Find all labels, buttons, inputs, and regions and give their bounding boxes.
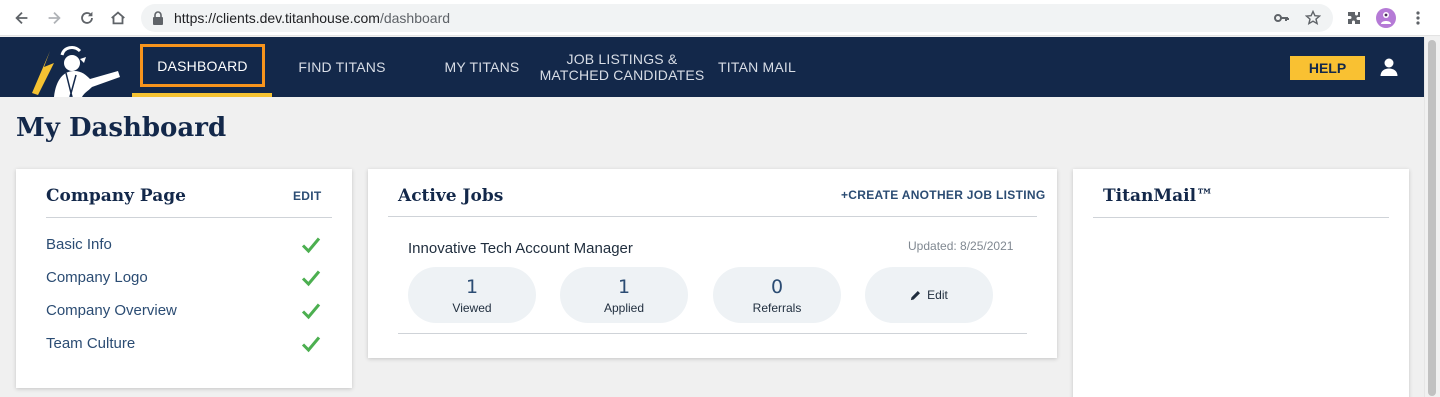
profile-avatar[interactable] [1376, 8, 1396, 28]
company-page-title: Company Page [46, 186, 186, 206]
stat-referrals-label: Referrals [752, 300, 802, 315]
titanmail-card: TitanMail™ [1073, 169, 1409, 397]
user-icon[interactable] [1379, 57, 1399, 77]
titanmail-title: TitanMail™ [1103, 186, 1214, 206]
site-navbar: DASHBOARD FIND TITANS MY TITANS JOB LIST… [0, 37, 1424, 97]
divider [46, 217, 332, 218]
company-page-card: Company Page EDIT Basic Info Company Log… [16, 169, 352, 388]
job-title[interactable]: Innovative Tech Account Manager [408, 240, 633, 257]
lock-icon[interactable] [152, 11, 164, 25]
nav-titan-mail-label: TITAN MAIL [718, 59, 796, 75]
nav-my-titans[interactable]: MY TITANS [432, 37, 532, 97]
checkmark-icon [301, 270, 321, 287]
nav-job-listings-label-line1: JOB LISTINGS & [566, 51, 678, 67]
home-icon[interactable] [108, 8, 128, 28]
divider [388, 216, 1037, 217]
key-icon[interactable] [1273, 10, 1289, 26]
page-title: My Dashboard [16, 113, 227, 143]
nav-dashboard[interactable]: DASHBOARD [140, 36, 265, 96]
extensions-icon[interactable] [1346, 10, 1362, 26]
stat-viewed[interactable]: 1 Viewed [408, 267, 536, 323]
back-icon[interactable] [12, 8, 32, 28]
reload-icon[interactable] [77, 8, 97, 28]
stat-referrals-value: 0 [770, 275, 784, 298]
edit-job-label: Edit [927, 288, 948, 302]
nav-find-titans-label: FIND TITANS [298, 59, 386, 75]
job-updated-date: Updated: 8/25/2021 [908, 239, 1014, 253]
page-scrollbar-thumb[interactable] [1428, 40, 1436, 396]
company-page-item-team-culture[interactable]: Team Culture [46, 335, 135, 352]
nav-dashboard-label: DASHBOARD [157, 58, 248, 74]
checkmark-icon [301, 237, 321, 254]
url-host: https://clients.dev.titanhouse.com [174, 10, 380, 26]
checkmark-icon [301, 336, 321, 353]
nav-titan-mail[interactable]: TITAN MAIL [712, 37, 802, 97]
nav-find-titans[interactable]: FIND TITANS [282, 37, 402, 97]
edit-job-button[interactable]: Edit [865, 267, 993, 323]
menu-dots-icon[interactable] [1414, 10, 1422, 26]
active-jobs-title: Active Jobs [398, 186, 504, 206]
nav-my-titans-label: MY TITANS [444, 59, 520, 75]
help-button-label: HELP [1308, 60, 1347, 76]
stat-applied[interactable]: 1 Applied [560, 267, 688, 323]
url-path: /dashboard [379, 10, 451, 26]
browser-toolbar: https://clients.dev.titanhouse.com/dashb… [0, 0, 1440, 36]
nav-job-listings-label-line2: MATCHED CANDIDATES [539, 67, 705, 83]
company-page-item-company-overview[interactable]: Company Overview [46, 302, 177, 319]
stat-referrals[interactable]: 0 Referrals [713, 267, 841, 323]
url-text: https://clients.dev.titanhouse.com/dashb… [174, 10, 450, 26]
active-jobs-card: Active Jobs +CREATE ANOTHER JOB LISTING … [368, 169, 1057, 358]
stat-applied-label: Applied [603, 300, 645, 315]
divider [1093, 217, 1389, 218]
checkmark-icon [301, 303, 321, 320]
nav-job-listings[interactable]: JOB LISTINGS & MATCHED CANDIDATES [538, 37, 706, 97]
forward-icon[interactable] [44, 8, 64, 28]
address-bar[interactable]: https://clients.dev.titanhouse.com/dashb… [141, 4, 1333, 32]
company-page-item-basic-info[interactable]: Basic Info [46, 236, 112, 253]
stat-viewed-value: 1 [465, 275, 479, 298]
create-job-listing-link[interactable]: +CREATE ANOTHER JOB LISTING [841, 188, 1045, 202]
company-page-edit-link[interactable]: EDIT [293, 189, 322, 203]
stat-viewed-label: Viewed [452, 300, 492, 315]
company-page-item-company-logo[interactable]: Company Logo [46, 269, 148, 286]
help-button[interactable]: HELP [1290, 56, 1365, 80]
star-icon[interactable] [1305, 10, 1321, 26]
pencil-icon [911, 290, 921, 300]
titanhouse-logo[interactable] [20, 37, 130, 97]
profile-figure-icon [1381, 12, 1391, 24]
stat-applied-value: 1 [617, 275, 631, 298]
divider [398, 333, 1027, 334]
